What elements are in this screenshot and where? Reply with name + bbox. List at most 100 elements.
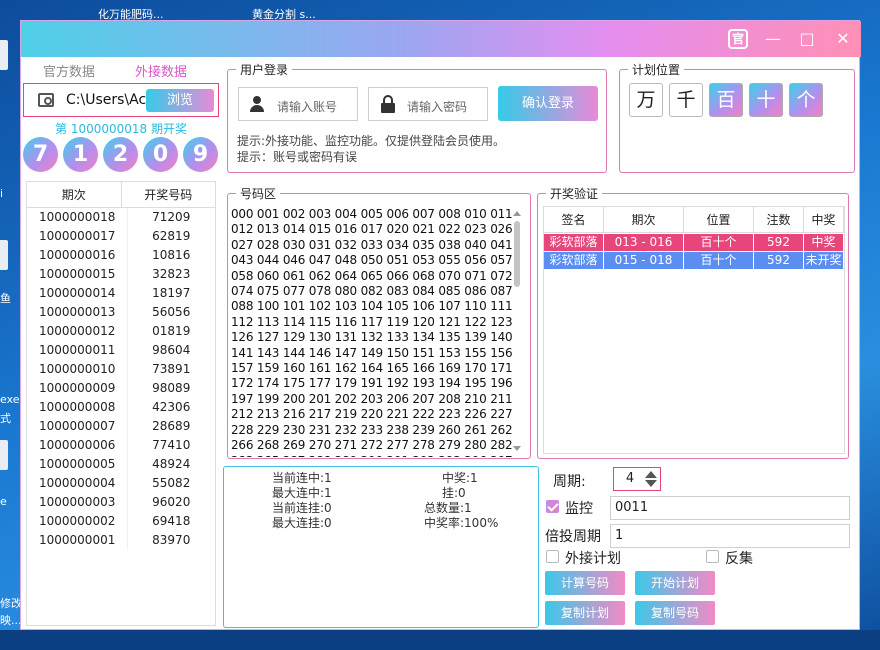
result-cell: 77410: [152, 438, 191, 452]
column-header[interactable]: 注数: [754, 207, 804, 232]
path-field[interactable]: C:\Users\Ac 浏览: [23, 83, 219, 117]
table-row[interactable]: 1000000016 10816: [27, 246, 215, 265]
table-row[interactable]: 1000000017 62819: [27, 227, 215, 246]
spin-down-icon[interactable]: [645, 480, 657, 487]
desktop-shortcut-label[interactable]: 修改: [0, 595, 22, 611]
table-row[interactable]: 1000000002 69418: [27, 512, 215, 531]
table-row[interactable]: 1000000009 98089: [27, 379, 215, 398]
table-row[interactable]: 1000000015 32823: [27, 265, 215, 284]
multiplier-input[interactable]: 1: [610, 524, 850, 548]
number-line: 112 113 114 115 116 117 119 120 121 122 …: [231, 314, 513, 329]
column-header[interactable]: 期次: [604, 207, 684, 232]
result-cell: 98089: [152, 381, 191, 395]
number-line: 126 127 129 130 131 132 133 134 135 139 …: [231, 330, 513, 345]
table-row[interactable]: 1000000007 28689: [27, 417, 215, 436]
period-cell: 1000000012: [27, 322, 128, 341]
number-textarea[interactable]: 000 001 002 003 004 005 006 007 008 010 …: [231, 207, 523, 457]
column-header[interactable]: 中奖: [804, 207, 844, 232]
scroll-thumb[interactable]: [514, 221, 520, 287]
column-header[interactable]: 位置: [684, 207, 754, 232]
table-row[interactable]: 1000000004 55082: [27, 474, 215, 493]
table-row[interactable]: 1000000005 48924: [27, 455, 215, 474]
history-table[interactable]: 期次 开奖号码 1000000018 71209 1000000017 62819 10…: [26, 181, 216, 626]
close-button[interactable]: ✕: [831, 27, 855, 51]
password-input[interactable]: 请输入密码: [368, 87, 488, 121]
title-bar[interactable]: 官 — □ ✕: [21, 21, 861, 57]
login-hint: 提示:外接功能、监控功能。仅提供登陆会员使用。: [237, 134, 506, 148]
count-cell: 592: [754, 234, 804, 251]
tab-external-data[interactable]: 外接数据: [135, 61, 187, 80]
result-cell: 69418: [152, 514, 191, 528]
external-plan-checkbox[interactable]: [546, 550, 559, 563]
draw-ball: 1: [63, 137, 98, 172]
browse-button[interactable]: 浏览: [146, 89, 214, 112]
table-row[interactable]: 1000000013 56056: [27, 303, 215, 322]
table-row[interactable]: 彩软部落 015 - 018 百十个 592 未开奖: [544, 252, 844, 269]
table-row[interactable]: 1000000001 83970: [27, 531, 215, 550]
reverse-checkbox[interactable]: [706, 550, 719, 563]
tab-official-data[interactable]: 官方数据: [43, 61, 95, 80]
verify-table[interactable]: 签名 期次 位置 注数 中奖 彩软部落 013 - 016 百十个 592 中奖 彩软部落…: [543, 206, 845, 454]
number-line: 043 044 046 047 048 050 051 053 055 056 …: [231, 253, 513, 268]
minimize-button[interactable]: —: [761, 27, 785, 51]
desktop-shortcut-label[interactable]: e: [0, 495, 7, 508]
period-cell: 1000000010: [27, 360, 128, 379]
menu-icon[interactable]: 官: [728, 29, 748, 49]
desktop-icon[interactable]: [0, 440, 8, 470]
table-row[interactable]: 1000000014 18197: [27, 284, 215, 303]
table-row[interactable]: 1000000010 73891: [27, 360, 215, 379]
table-row[interactable]: 1000000018 71209: [27, 208, 215, 227]
column-header[interactable]: 签名: [544, 207, 604, 232]
result-cell: 10816: [152, 248, 191, 262]
start-plan-button[interactable]: 开始计划: [635, 571, 715, 595]
table-row[interactable]: 彩软部落 013 - 016 百十个 592 中奖: [544, 234, 844, 251]
number-line: 074 075 077 078 080 082 083 084 085 086 …: [231, 284, 513, 299]
number-scrollbar[interactable]: [511, 207, 523, 453]
spin-up-icon[interactable]: [645, 471, 657, 478]
period-cell: 1000000018: [27, 208, 128, 227]
period-cell: 1000000006: [27, 436, 128, 455]
copy-plan-button[interactable]: 复制计划: [545, 601, 625, 625]
desktop-shortcut-label[interactable]: 式: [0, 410, 11, 426]
desktop-shortcut-label[interactable]: 映...: [0, 612, 22, 628]
scroll-up-icon[interactable]: [513, 211, 521, 216]
position-toggle[interactable]: 千: [669, 83, 703, 117]
result-cell: 32823: [152, 267, 191, 281]
desktop-shortcut-label[interactable]: exe: [0, 393, 20, 406]
position-toggle[interactable]: 十: [749, 83, 783, 117]
position-toggle[interactable]: 万: [629, 83, 663, 117]
copy-numbers-button[interactable]: 复制号码: [635, 601, 715, 625]
table-row[interactable]: 1000000006 77410: [27, 436, 215, 455]
history-header: 期次 开奖号码: [27, 182, 215, 208]
draw-period-label: 第 1000000018 期开奖: [55, 122, 187, 136]
column-header[interactable]: 期次: [27, 182, 122, 207]
monitor-checkbox[interactable]: [546, 500, 559, 513]
path-input[interactable]: C:\Users\Ac: [66, 92, 148, 108]
taskbar: [0, 630, 880, 650]
signature-cell: 彩软部落: [544, 234, 604, 251]
scroll-down-icon[interactable]: [513, 446, 521, 451]
draw-balls: 7 1 2 0 9: [23, 137, 219, 173]
position-toggle[interactable]: 百: [709, 83, 743, 117]
table-row[interactable]: 1000000012 01819: [27, 322, 215, 341]
account-input[interactable]: 请输入账号: [238, 87, 358, 121]
column-header[interactable]: 开奖号码: [122, 182, 216, 207]
draw-ball: 7: [23, 137, 58, 172]
external-plan-label: 外接计划: [565, 551, 621, 567]
monitor-input[interactable]: 0011: [610, 496, 850, 520]
desktop-icon[interactable]: [0, 40, 8, 70]
table-row[interactable]: 1000000008 42306: [27, 398, 215, 417]
table-row[interactable]: 1000000011 98604: [27, 341, 215, 360]
desktop-icon[interactable]: [0, 240, 8, 270]
login-button[interactable]: 确认登录: [498, 86, 598, 121]
number-line: 283 285 287 288 289 290 291 292 293 296 …: [231, 454, 523, 458]
position-toggle[interactable]: 个: [789, 83, 823, 117]
number-line: 027 028 030 031 032 033 034 035 038 040 …: [231, 237, 513, 252]
calc-numbers-button[interactable]: 计算号码: [545, 571, 625, 595]
table-row[interactable]: 1000000003 96020: [27, 493, 215, 512]
period-cell: 1000000007: [27, 417, 128, 436]
desktop-shortcut-label[interactable]: i: [0, 187, 3, 200]
maximize-button[interactable]: □: [795, 27, 819, 51]
login-legend: 用户登录: [236, 61, 293, 78]
desktop-shortcut-label[interactable]: 鱼: [0, 290, 11, 306]
